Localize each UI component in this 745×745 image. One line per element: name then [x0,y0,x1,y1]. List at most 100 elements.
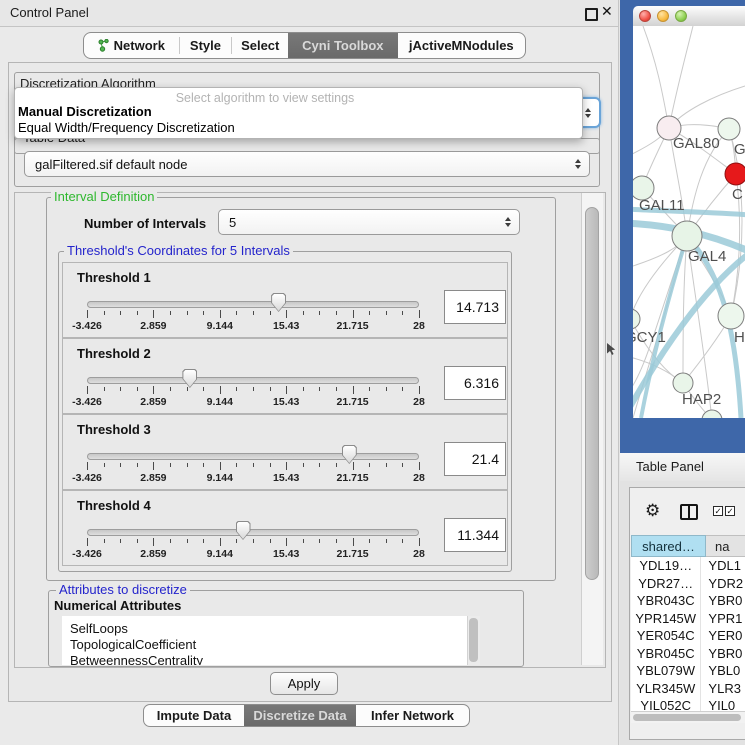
table-row[interactable]: YDR27…YDR2 [631,575,745,593]
threshold-slider-thumb[interactable] [236,521,251,540]
slider-tick [170,539,171,543]
network-node-hap2[interactable] [673,373,693,393]
threshold-value-field[interactable]: 6.316 [444,366,506,400]
threshold-slider-track[interactable] [87,301,419,308]
slider-tick-label: 28 [413,320,425,332]
table-row[interactable]: YDL19…YDL1 [631,557,745,575]
slider-tick [87,462,88,470]
close-icon[interactable]: ✕ [601,3,613,20]
checkbox-select-none-icon[interactable]: ✓ [725,506,735,516]
attribute-list-item[interactable]: SelfLoops [62,621,467,637]
cell-name: YBL0 [701,662,745,680]
network-node-c[interactable] [725,163,745,185]
attribute-list-item[interactable]: BetweennessCentrality [62,653,467,665]
network-edge[interactable] [669,26,693,128]
zoom-traffic-light-icon[interactable] [675,10,687,22]
slider-tick [286,462,287,470]
tab-label: Impute Data [157,708,231,723]
threshold-slider-track[interactable] [87,529,419,536]
slider-tick-label: 21.715 [337,472,369,484]
slider-tick [286,310,287,318]
network-edge[interactable] [643,26,669,128]
tab-discretize-data[interactable]: Discretize Data [244,705,356,726]
slider-tick-label: 9.144 [207,548,233,560]
threshold-slider-thumb[interactable] [182,369,197,388]
slider-tick [270,539,271,543]
network-node-gcy1[interactable] [633,309,640,329]
table-panel-title: Table Panel [636,453,704,481]
cell-name: YIL0 [701,697,745,711]
dropdown-item-equal-width-frequency[interactable]: Equal Width/Frequency Discretization [18,120,235,135]
cell-name: YER0 [701,627,745,645]
slider-tick [236,387,237,391]
checkbox-select-all-icon[interactable]: ✓ [713,506,723,516]
slider-tick [104,387,105,391]
slider-tick [270,463,271,467]
slider-tick-label: 15.43 [273,320,299,332]
column-header-name[interactable]: na [706,535,745,557]
slider-tick [203,387,204,391]
slider-tick [236,463,237,467]
table-horizontal-scrollbar-track[interactable] [631,711,745,723]
tab-style[interactable]: Style [180,33,232,58]
network-node-ga[interactable] [718,118,740,140]
table-row[interactable]: YLR345WYLR3 [631,680,745,698]
slider-tick [419,386,420,394]
slider-tick-label: 28 [413,472,425,484]
column-header-shared-name[interactable]: shared… [631,535,706,557]
tab-label: Cyni Toolbox [302,38,383,53]
tab-cyni-toolbox[interactable]: Cyni Toolbox [288,33,398,58]
close-traffic-light-icon[interactable] [639,10,651,22]
cell-name: YLR3 [701,680,745,698]
gear-icon[interactable]: ⚙ [645,501,660,521]
top-tab-bar: NetworkStyleSelect Cyni Toolbox jActiveMNo… [83,32,526,59]
threshold-value-field[interactable]: 21.4 [444,442,506,476]
slider-tick [170,311,171,315]
float-window-icon[interactable] [585,8,598,21]
table-data-combo[interactable]: galFiltered.sif default node [24,151,590,177]
attributes-list-scrollbar-thumb[interactable] [469,618,478,662]
network-view-canvas[interactable]: GAL80GACGAL11GAL4GCY1HHAP2 [633,26,745,418]
network-node-h[interactable] [718,303,744,329]
slider-tick-label: -3.426 [72,396,102,408]
minimize-traffic-light-icon[interactable] [657,10,669,22]
network-node-partial[interactable] [702,410,722,418]
threshold-slider-thumb[interactable] [271,293,286,312]
apply-button[interactable]: Apply [270,672,338,695]
network-node-gal4[interactable] [672,221,702,251]
node-attribute-table[interactable]: shared… na YDL19…YDL1YDR27…YDR2YBR043CYB… [631,535,745,711]
vertical-scrollbar-thumb[interactable] [585,207,599,580]
attribute-list-item[interactable]: TopologicalCoefficient [62,637,467,653]
threshold-panel: Threshold 4-3.4262.8599.14415.4321.71528… [62,490,508,566]
table-row[interactable]: YIL052CYIL0 [631,697,745,711]
number-of-intervals-combo[interactable]: 5 [218,209,520,235]
slider-tick [336,311,337,315]
table-row[interactable]: YBR043CYBR0 [631,592,745,610]
tab-network[interactable]: Network [84,33,179,58]
table-horizontal-scrollbar-thumb[interactable] [633,714,741,721]
tab-select[interactable]: Select [232,33,288,58]
threshold-slider-thumb[interactable] [342,445,357,464]
numerical-attributes-list[interactable]: SelfLoopsTopologicalCoefficientBetweenne… [62,616,467,665]
slider-tick-label: 28 [413,548,425,560]
tab-impute-data[interactable]: Impute Data [144,705,244,726]
threshold-value-field[interactable]: 11.344 [444,518,506,552]
threshold-slider-track[interactable] [87,453,419,460]
threshold-value-field[interactable]: 14.713 [444,290,506,324]
dropdown-item-manual-discretization[interactable]: Manual Discretization [18,104,152,119]
table-row[interactable]: YBR045CYBR0 [631,645,745,663]
attributes-group-title: Attributes to discretize [56,583,190,596]
table-row[interactable]: YER054CYER0 [631,627,745,645]
threshold-slider-track[interactable] [87,377,419,384]
split-columns-icon[interactable] [680,504,698,520]
interval-definition-title: Interval Definition [51,190,157,203]
slider-tick-label: 21.715 [337,320,369,332]
tab-jactivemnodules[interactable]: jActiveMNodules [398,33,525,58]
slider-tick [369,539,370,543]
table-row[interactable]: YPR145WYPR1 [631,610,745,628]
control-panel-titlebar: Control Panel [0,0,618,27]
tab-infer-network[interactable]: Infer Network [356,705,469,726]
network-edge[interactable] [683,236,687,383]
table-row[interactable]: YBL079WYBL0 [631,662,745,680]
slider-tick [319,311,320,315]
